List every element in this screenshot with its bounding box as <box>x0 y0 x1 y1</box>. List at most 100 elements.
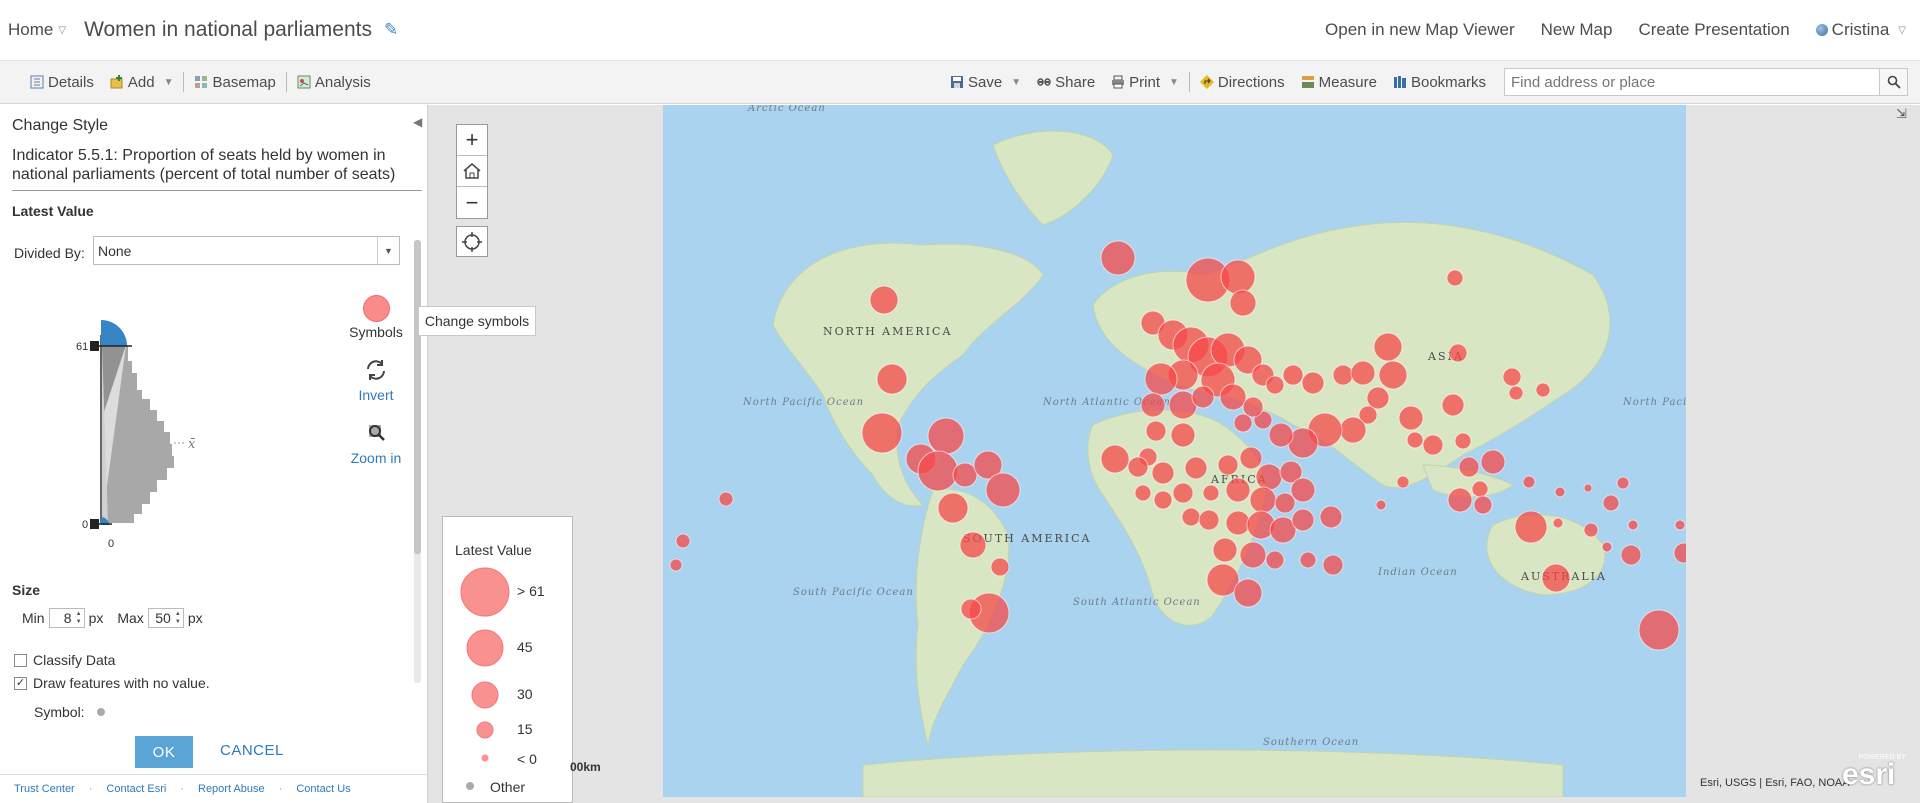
map-symbol[interactable] <box>1229 289 1257 317</box>
map-symbol[interactable] <box>1170 422 1196 448</box>
map-symbol[interactable] <box>1322 554 1344 576</box>
size-min-stepper[interactable]: ▲▼ <box>48 608 85 628</box>
map-symbol[interactable] <box>1441 393 1465 417</box>
map-symbol[interactable] <box>917 450 959 492</box>
map-symbol[interactable] <box>1508 385 1524 401</box>
map-symbol[interactable] <box>1217 454 1239 476</box>
stepper-arrows-icon[interactable]: ▲ ▼ <box>74 609 84 627</box>
map-symbol[interactable] <box>1291 508 1315 532</box>
map-symbol[interactable] <box>1339 416 1367 444</box>
map-symbol[interactable] <box>1541 563 1571 593</box>
map-symbol[interactable] <box>1583 483 1593 493</box>
zoom-out-button[interactable]: − <box>457 187 487 218</box>
map-symbol[interactable] <box>927 417 965 455</box>
map-symbol[interactable] <box>1446 269 1464 287</box>
map-symbol[interactable] <box>1375 499 1387 511</box>
add-button[interactable]: Add ▼ <box>102 74 182 91</box>
directions-button[interactable]: Directions <box>1192 74 1293 91</box>
divided-by-select[interactable]: None ▼ <box>93 236 400 265</box>
map-symbol[interactable] <box>1265 375 1285 395</box>
details-button[interactable]: Details <box>22 74 102 91</box>
map-symbol[interactable] <box>1398 405 1424 431</box>
map-symbol[interactable] <box>675 533 691 549</box>
map-symbol[interactable] <box>1144 362 1178 396</box>
map-symbol[interactable] <box>1301 371 1325 395</box>
map-symbol[interactable] <box>1191 385 1215 409</box>
map-symbol[interactable] <box>1233 413 1253 433</box>
map-symbol[interactable] <box>1219 383 1247 411</box>
map-symbol[interactable] <box>1502 367 1522 387</box>
map-attribution[interactable]: Esri, USGS | Esri, FAO, NOAA <box>1700 777 1850 789</box>
map-symbol[interactable] <box>960 598 982 620</box>
map-symbol[interactable] <box>1422 434 1444 456</box>
map-symbol[interactable] <box>1583 522 1599 538</box>
collapse-panel-icon[interactable]: ◀ <box>413 115 422 129</box>
map-symbol[interactable] <box>1350 360 1376 386</box>
map-symbol[interactable] <box>1151 461 1175 485</box>
search-button[interactable] <box>1879 69 1907 95</box>
trust-center-link[interactable]: Trust Center <box>14 783 75 795</box>
map-symbol[interactable] <box>1471 480 1489 498</box>
symbols-tool[interactable]: Symbols <box>340 295 412 340</box>
map-symbol[interactable] <box>1255 463 1283 491</box>
map-symbol[interactable] <box>1153 490 1173 510</box>
map-symbol[interactable] <box>1265 550 1285 570</box>
bookmarks-button[interactable]: Bookmarks <box>1385 74 1494 91</box>
analysis-button[interactable]: Analysis <box>289 74 379 91</box>
map-symbol[interactable] <box>1406 431 1424 449</box>
map-symbol[interactable] <box>718 491 734 507</box>
map-symbol[interactable] <box>1290 477 1316 503</box>
map-symbol[interactable] <box>1535 382 1551 398</box>
map-symbol[interactable] <box>1473 495 1493 515</box>
map-symbol[interactable] <box>1601 541 1613 553</box>
map-symbol[interactable] <box>1239 446 1263 470</box>
lower-slider-handle[interactable] <box>90 519 99 529</box>
map-symbol[interactable] <box>1448 343 1468 363</box>
map-symbol[interactable] <box>1181 507 1201 527</box>
invert-tool[interactable]: Invert <box>340 358 412 403</box>
map-symbol[interactable] <box>1514 510 1548 544</box>
world-map[interactable]: Arctic Ocean North Pacific Ocean North A… <box>663 105 1686 797</box>
home-menu[interactable]: Home ▽ <box>8 20 66 40</box>
new-map-link[interactable]: New Map <box>1541 20 1613 40</box>
map-symbol[interactable] <box>1282 364 1304 386</box>
map-symbol[interactable] <box>876 363 908 395</box>
map-symbol[interactable] <box>1274 492 1296 514</box>
map-symbol[interactable] <box>1198 509 1220 531</box>
map-symbol[interactable] <box>1184 456 1208 480</box>
map-symbol[interactable] <box>1134 484 1152 502</box>
draw-no-value-row[interactable]: ✓ Draw features with no value. <box>14 675 210 691</box>
pencil-icon[interactable]: ✎ <box>384 20 398 40</box>
map-symbol[interactable] <box>869 285 899 315</box>
map-symbol[interactable] <box>1366 386 1390 410</box>
map-symbol[interactable] <box>1480 449 1506 475</box>
map-symbol[interactable] <box>1554 486 1566 498</box>
map-symbol[interactable] <box>1458 456 1480 478</box>
map-symbol[interactable] <box>1332 364 1354 386</box>
print-button[interactable]: Print ▼ <box>1103 74 1187 91</box>
share-button[interactable]: Share <box>1029 74 1103 91</box>
map-symbol[interactable] <box>1268 422 1294 448</box>
scrollbar-thumb[interactable] <box>414 240 421 554</box>
size-min-input[interactable] <box>49 609 74 627</box>
map-symbol[interactable] <box>1638 609 1680 651</box>
histogram-slider[interactable]: x̄ 61 0 0 <box>60 285 210 555</box>
map-symbol[interactable] <box>1602 494 1620 512</box>
map-symbol[interactable] <box>669 558 683 572</box>
map-symbol[interactable] <box>1396 475 1410 489</box>
map-symbol[interactable] <box>985 472 1021 508</box>
contact-esri-link[interactable]: Contact Esri <box>106 783 166 795</box>
map-symbol[interactable] <box>937 492 969 524</box>
classify-data-row[interactable]: Classify Data <box>14 652 115 668</box>
locate-button[interactable] <box>456 226 488 257</box>
map-symbol[interactable] <box>1233 578 1263 608</box>
map-symbol[interactable] <box>1616 476 1630 490</box>
size-max-input[interactable] <box>148 609 173 627</box>
map-symbol[interactable] <box>1299 551 1317 569</box>
no-value-symbol[interactable] <box>96 708 105 716</box>
map-symbol[interactable] <box>1202 484 1220 502</box>
map-symbol[interactable] <box>1552 517 1564 529</box>
home-extent-button[interactable] <box>457 156 487 187</box>
map-symbol[interactable] <box>959 531 987 559</box>
report-abuse-link[interactable]: Report Abuse <box>198 783 265 795</box>
